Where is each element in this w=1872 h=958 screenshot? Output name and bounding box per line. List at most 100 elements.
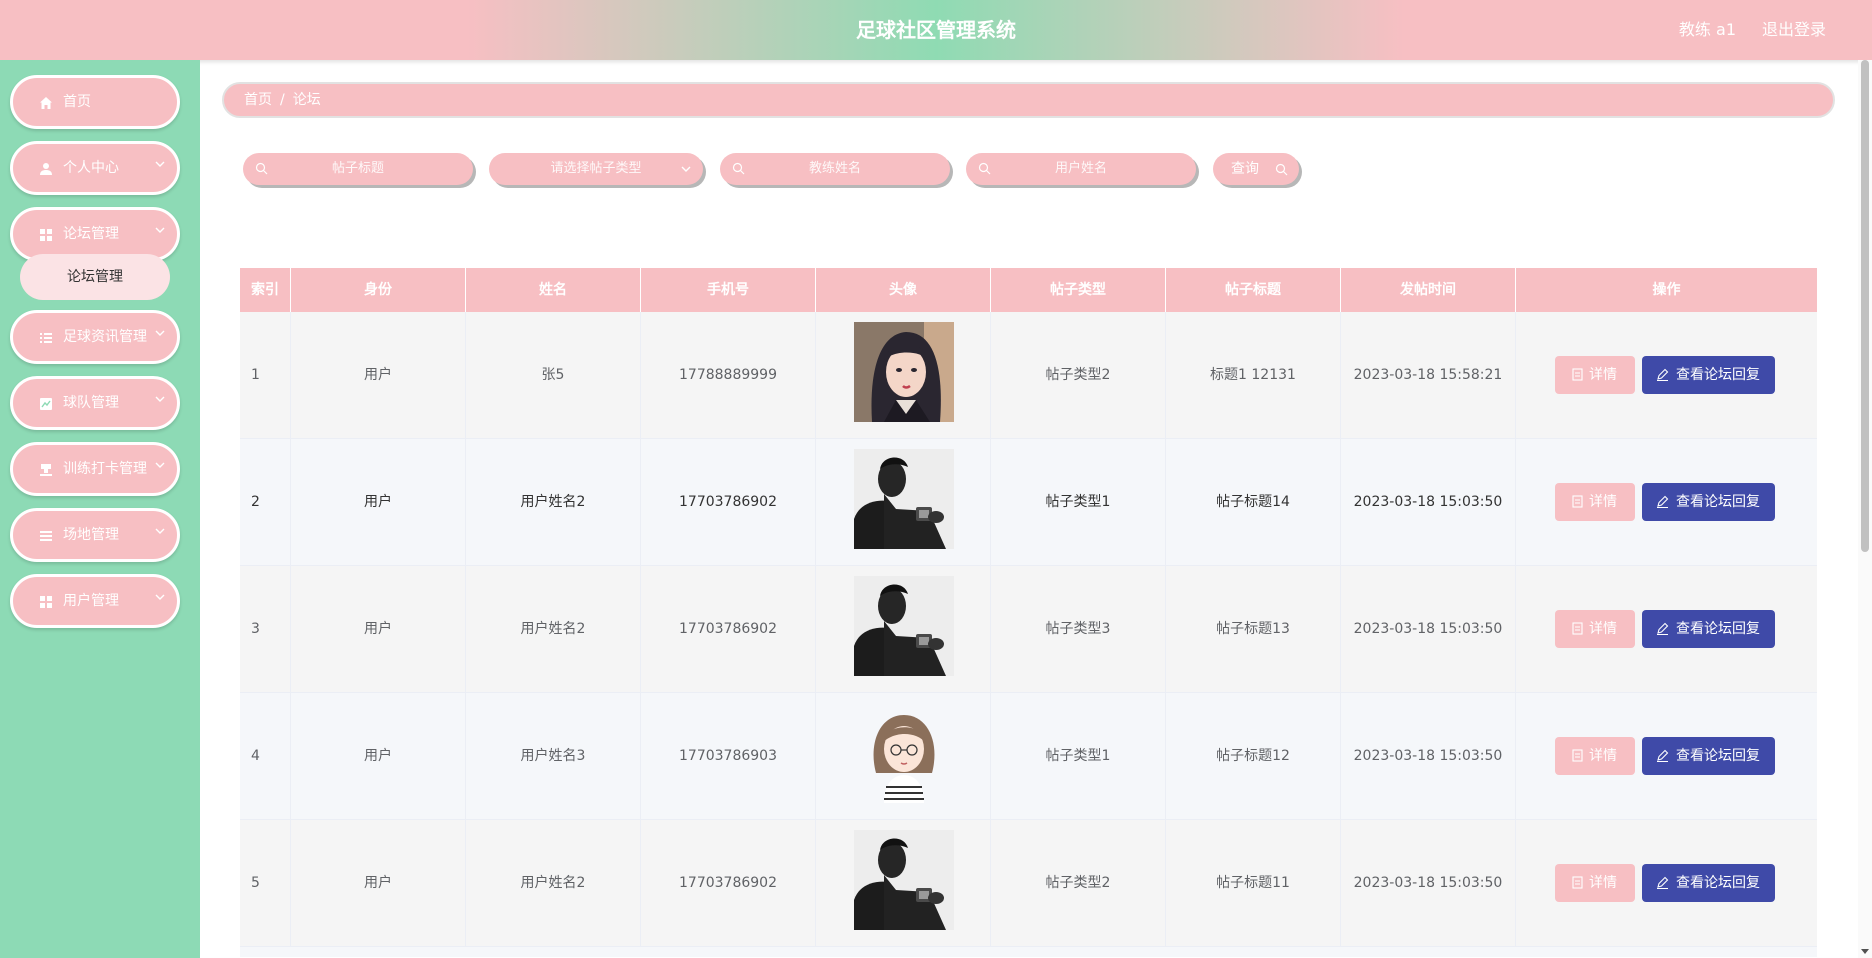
detail-button[interactable]: 详情 (1555, 610, 1635, 648)
cell-post-time: 2023-03-18 15:03:50 (1341, 820, 1516, 947)
view-replies-button[interactable]: 查看论坛回复 (1642, 483, 1775, 521)
edit-icon (1657, 749, 1669, 762)
cell-post-title: 帖子标题13 (1166, 566, 1341, 693)
cell-post-title: 帖子标题12 (1166, 693, 1341, 820)
scroll-thumb[interactable] (1861, 60, 1869, 552)
cell-actions: 详情 查看论坛回复 (1516, 566, 1817, 693)
logout-link[interactable]: 退出登录 (1762, 0, 1826, 60)
cell-post-time: 2023-03-18 15:58:21 (1341, 312, 1516, 439)
detail-button[interactable]: 详情 (1555, 864, 1635, 902)
avatar[interactable] (854, 576, 954, 676)
column-header: 头像 (816, 268, 991, 312)
sidebar-item-training-checkin[interactable]: 训练打卡管理 (10, 442, 180, 496)
breadcrumb: 首页 / 论坛 (222, 82, 1835, 118)
table-row: 1 用户 张5 17788889999 帖子类型2 标题1 12131 2023… (240, 312, 1817, 439)
sidebar-item-user-management[interactable]: 用户管理 (10, 574, 180, 628)
search-icon (1275, 163, 1288, 176)
avatar[interactable] (854, 449, 954, 549)
cell-index: 3 (240, 566, 291, 693)
sidebar-item-label: 训练打卡管理 (63, 461, 147, 477)
table-row: 4 用户 用户姓名3 17703786903 帖子类型1 帖子标题12 2023… (240, 693, 1817, 820)
column-header: 发帖时间 (1341, 268, 1516, 312)
cell-phone: 17703786902 (641, 820, 816, 947)
search-placeholder: 帖子标题 (331, 161, 384, 176)
chevron-down-icon (681, 166, 691, 172)
view-replies-button[interactable]: 查看论坛回复 (1642, 610, 1775, 648)
chevron-down-icon (155, 462, 165, 468)
sidebar-item-label: 场地管理 (63, 527, 119, 543)
cell-avatar (816, 439, 991, 566)
post-title-search-input[interactable]: 帖子标题 (243, 153, 473, 185)
coach-name-search-input[interactable]: 教练姓名 (720, 153, 950, 185)
cell-avatar (816, 820, 991, 947)
detail-button[interactable]: 详情 (1555, 737, 1635, 775)
avatar[interactable] (854, 322, 954, 422)
app-title: 足球社区管理系统 (856, 18, 1016, 42)
cell-post-type: 帖子类型1 (991, 439, 1166, 566)
cell-actions: 详情 查看论坛回复 (1516, 439, 1817, 566)
top-header: 足球社区管理系统 教练 a1 退出登录 (0, 0, 1872, 60)
sidebar-item-football-news[interactable]: 足球资讯管理 (10, 310, 180, 364)
document-icon (1572, 876, 1583, 889)
breadcrumb-home[interactable]: 首页 (244, 92, 272, 108)
cell-phone: 17703786902 (641, 439, 816, 566)
table-row: 3 用户 用户姓名2 17703786902 帖子类型3 帖子标题13 2023… (240, 566, 1817, 693)
sidebar-item-label: 首页 (63, 94, 91, 110)
cell-post-title: 帖子标题14 (1166, 439, 1341, 566)
chevron-down-icon (155, 161, 165, 167)
document-icon (1572, 495, 1583, 508)
scroll-down-arrow[interactable] (1861, 949, 1869, 954)
detail-button[interactable]: 详情 (1555, 356, 1635, 394)
cell-avatar (816, 693, 991, 820)
sidebar-item-home[interactable]: 首页 (10, 75, 180, 129)
column-header: 帖子类型 (991, 268, 1166, 312)
avatar[interactable] (854, 830, 954, 930)
view-replies-button[interactable]: 查看论坛回复 (1642, 737, 1775, 775)
page-scrollbar[interactable] (1858, 60, 1872, 958)
user-name-search-input[interactable]: 用户姓名 (966, 153, 1196, 185)
sidebar-item-venue-management[interactable]: 场地管理 (10, 508, 180, 562)
current-user: 教练 a1 (1678, 20, 1736, 39)
sidebar-item-forum-management[interactable]: 论坛管理 (10, 207, 180, 261)
column-header: 身份 (291, 268, 466, 312)
cell-phone: 17788889999 (641, 312, 816, 439)
table-row: 2 用户 用户姓名2 17703786902 帖子类型1 帖子标题14 2023… (240, 439, 1817, 566)
edit-icon (1657, 622, 1669, 635)
edit-icon (1657, 876, 1669, 889)
cell-role: 用户 (291, 820, 466, 947)
document-icon (1572, 749, 1583, 762)
grid-icon (40, 596, 52, 608)
cell-post-time: 2023-03-18 15:03:50 (1341, 439, 1516, 566)
chevron-down-icon (155, 330, 165, 336)
column-header: 姓名 (466, 268, 641, 312)
cell-name: 用户姓名2 (466, 439, 641, 566)
menu-icon (40, 531, 52, 541)
stamp-icon (40, 464, 52, 476)
column-header: 手机号 (641, 268, 816, 312)
avatar[interactable] (854, 703, 954, 803)
query-button-label: 查询 (1231, 161, 1259, 177)
breadcrumb-separator: / (280, 92, 285, 108)
query-button[interactable]: 查询 (1213, 153, 1299, 185)
detail-button[interactable]: 详情 (1555, 483, 1635, 521)
document-icon (1572, 368, 1583, 381)
sidebar-item-label: 论坛管理 (63, 226, 119, 242)
sidebar: 首页 个人中心 论坛管理 论坛管理 足球资讯管理 球队管理 训练打卡管理 场地管… (0, 60, 200, 958)
cell-post-type: 帖子类型1 (991, 693, 1166, 820)
post-type-select[interactable]: 请选择帖子类型 (489, 153, 703, 185)
view-replies-button[interactable]: 查看论坛回复 (1642, 356, 1775, 394)
sidebar-item-personal-center[interactable]: 个人中心 (10, 141, 180, 195)
cell-phone: 17703786902 (641, 566, 816, 693)
sidebar-subitem-forum-management[interactable]: 论坛管理 (20, 254, 170, 300)
cell-name: 张5 (466, 312, 641, 439)
search-placeholder: 教练姓名 (808, 161, 861, 176)
column-header: 操作 (1652, 282, 1681, 298)
cell-name: 用户姓名2 (466, 566, 641, 693)
grid-icon (40, 229, 52, 241)
view-replies-button[interactable]: 查看论坛回复 (1642, 864, 1775, 902)
sidebar-item-team-management[interactable]: 球队管理 (10, 376, 180, 430)
column-header: 帖子标题 (1166, 268, 1341, 312)
table-header: 索引 身份 姓名 手机号 头像 帖子类型 帖子标题 发帖时间 操作 (240, 268, 1817, 312)
cell-actions: 详情 查看论坛回复 (1516, 312, 1817, 439)
chevron-down-icon (155, 227, 165, 233)
